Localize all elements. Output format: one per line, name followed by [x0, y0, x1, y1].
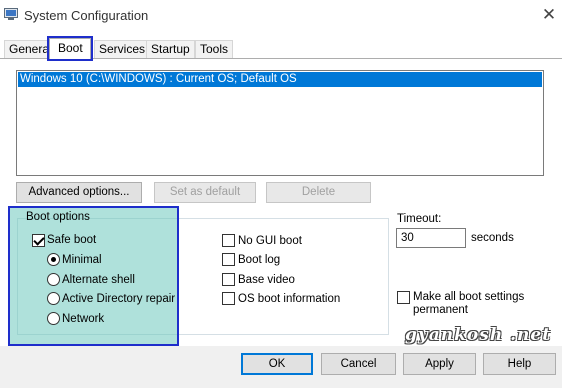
timeout-input[interactable]: 30: [396, 228, 466, 248]
button-label: Delete: [301, 186, 336, 198]
boot-options-legend: Boot options: [26, 211, 90, 223]
active-directory-repair-label: Active Directory repair: [62, 293, 176, 305]
watermark-text: gyankosh .net: [405, 325, 552, 345]
help-button[interactable]: Help: [483, 353, 556, 375]
button-label: Apply: [425, 358, 454, 370]
system-config-icon: [4, 8, 18, 20]
os-boot-information-label: OS boot information: [238, 293, 341, 305]
os-list[interactable]: Windows 10 (C:\WINDOWS) : Current OS; De…: [16, 70, 544, 176]
button-label: Cancel: [340, 358, 377, 370]
boot-log-checkbox[interactable]: [222, 253, 235, 266]
close-icon[interactable]: ✕: [538, 4, 560, 26]
alternate-shell-radio[interactable]: [47, 273, 60, 286]
minimal-label: Minimal: [62, 254, 102, 266]
button-label: Set as default: [169, 186, 241, 198]
base-video-label: Base video: [238, 274, 295, 286]
no-gui-boot-label: No GUI boot: [238, 235, 302, 247]
minimal-radio[interactable]: [47, 253, 60, 266]
tab-services[interactable]: Services: [94, 40, 151, 58]
tab-startup[interactable]: Startup: [146, 40, 195, 58]
tab-annotation-highlight: [47, 36, 93, 61]
make-permanent-checkbox[interactable]: [397, 291, 410, 304]
make-permanent-label-line1: Make all boot settings: [413, 291, 525, 303]
button-label: Help: [507, 358, 532, 370]
tab-tools[interactable]: Tools: [195, 40, 234, 58]
apply-button[interactable]: Apply: [403, 353, 476, 375]
boot-log-label: Boot log: [238, 254, 281, 266]
button-label: Advanced options...: [28, 186, 130, 198]
cancel-button[interactable]: Cancel: [321, 353, 396, 375]
os-boot-information-checkbox[interactable]: [222, 292, 235, 305]
button-label: OK: [268, 358, 286, 370]
os-list-item[interactable]: Windows 10 (C:\WINDOWS) : Current OS; De…: [18, 72, 542, 87]
active-directory-repair-radio[interactable]: [47, 292, 60, 305]
safe-boot-label: Safe boot: [47, 234, 97, 246]
no-gui-boot-checkbox[interactable]: [222, 234, 235, 247]
alternate-shell-label: Alternate shell: [62, 274, 135, 286]
safe-boot-checkbox[interactable]: [32, 234, 45, 247]
make-permanent-label-line2: permanent: [413, 304, 468, 316]
title-bar: System Configuration ✕: [0, 0, 562, 30]
timeout-label: Timeout:: [397, 213, 442, 225]
tab-label: Tools: [200, 42, 229, 56]
delete-button[interactable]: Delete: [266, 182, 371, 203]
advanced-options-button[interactable]: Advanced options...: [16, 182, 142, 203]
tab-label: Startup: [151, 42, 190, 56]
timeout-unit: seconds: [471, 232, 514, 244]
set-as-default-button[interactable]: Set as default: [154, 182, 256, 203]
tab-label: Services: [99, 42, 146, 56]
tab-label: General: [9, 42, 52, 56]
ok-button[interactable]: OK: [241, 353, 313, 375]
network-label: Network: [62, 313, 105, 325]
network-radio[interactable]: [47, 312, 60, 325]
window-title: System Configuration: [24, 8, 149, 23]
base-video-checkbox[interactable]: [222, 273, 235, 286]
